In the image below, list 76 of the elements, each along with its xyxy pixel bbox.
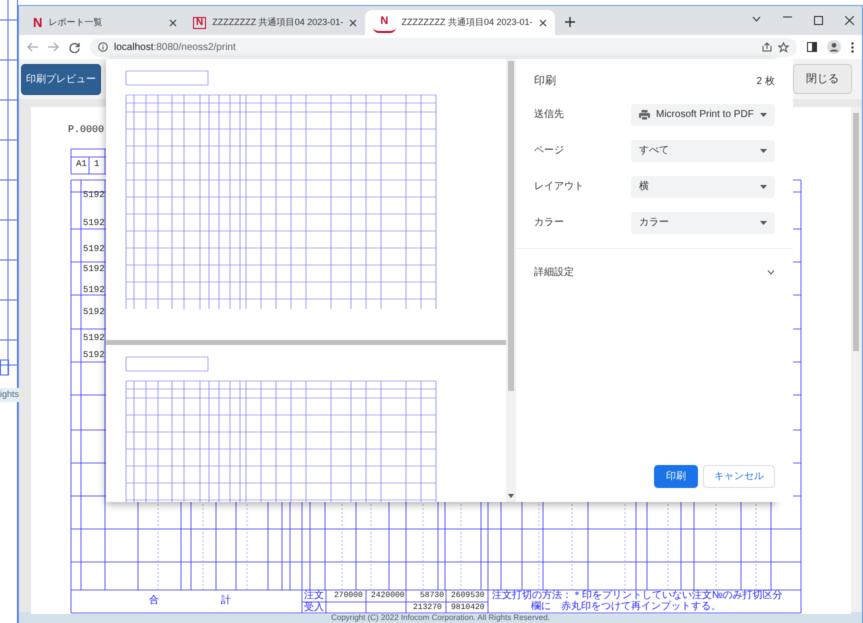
scrollbar-thumb[interactable] (853, 113, 859, 351)
close-icon[interactable] (538, 18, 547, 26)
total-label: 合 (149, 596, 159, 606)
setting-label: カラー (534, 216, 565, 230)
table-cell: 5192 (83, 265, 105, 274)
chevron-down-icon[interactable] (752, 16, 761, 22)
scrollbar[interactable] (851, 107, 861, 612)
total-label: 計 (221, 596, 231, 606)
setting-label: レイアウト (534, 180, 585, 194)
table-cell: 2420000 (371, 592, 405, 600)
setting-label: 送信先 (534, 108, 565, 122)
row-label: 受入 (304, 603, 324, 613)
dropdown[interactable]: Microsoft Print to PDF (631, 104, 775, 126)
caret-down-icon (760, 148, 767, 152)
maximize-icon[interactable] (814, 16, 823, 25)
profile-icon[interactable] (827, 40, 841, 54)
table-cell: 213270 (413, 604, 442, 612)
scrollbar[interactable] (506, 59, 516, 502)
dropdown[interactable]: 横 (631, 176, 775, 198)
browser-tab[interactable]: N レポート一覧 (25, 10, 185, 35)
window-text: ights (0, 388, 20, 402)
url-text: localhost:8080/neoss2/print (114, 40, 236, 54)
browser-tab[interactable]: N ZZZZZZZZ 共通項目04 2023-01- (365, 10, 555, 35)
table-cell: 5192 (83, 351, 105, 360)
tab-title: ZZZZZZZZ 共通項目04 2023-01- (212, 16, 344, 29)
caret-down-icon (760, 220, 767, 224)
side-panel-icon[interactable] (807, 42, 817, 52)
tab-logo: N (33, 16, 42, 29)
close-icon[interactable] (169, 18, 177, 26)
table-cell: 5192 (83, 286, 105, 295)
print-preview-button[interactable]: 印刷プレビュー (21, 64, 101, 94)
close-icon[interactable] (349, 18, 358, 26)
chevron-down-icon (766, 270, 775, 274)
menu-icon[interactable] (851, 42, 854, 52)
sheet-count: 2 枚 (756, 74, 775, 89)
table-cell: 270000 (334, 592, 363, 600)
advanced-settings-toggle[interactable]: 詳細設定 (534, 264, 775, 280)
table-cell: A1 (76, 160, 87, 169)
address-bar[interactable]: localhost:8080/neoss2/print (90, 38, 797, 56)
tab-logo: N (373, 12, 396, 33)
row-label: 注文 (304, 591, 324, 601)
table-cell: 5192 (83, 308, 105, 317)
browser-tab[interactable]: N ZZZZZZZZ 共通項目04 2023-01- (185, 10, 366, 35)
table-cell: 5192 (83, 219, 105, 228)
tab-logo: N (193, 16, 206, 28)
minimize-icon[interactable] (783, 16, 792, 18)
scrollbar-thumb[interactable] (508, 61, 514, 391)
printer-icon (639, 110, 650, 120)
table-cell: 5192 (83, 245, 105, 254)
note-text: 欄に 赤丸印をつけて再インプットする。 (531, 602, 721, 612)
scroll-down-icon[interactable] (508, 494, 514, 498)
table-cell: 9810420 (451, 604, 485, 612)
tab-title: レポート一覧 (48, 16, 104, 29)
setting-label: ページ (534, 144, 565, 158)
print-button[interactable]: 印刷 (654, 465, 698, 488)
table-cell: 5192 (83, 334, 105, 343)
note-text: 注文打切の方法：＊印をプリントしていない注文№のみ打切区分 (492, 591, 783, 601)
caret-down-icon (760, 184, 767, 188)
caret-down-icon (760, 112, 767, 116)
dropdown[interactable]: すべて (631, 140, 775, 162)
tab-title: ZZZZZZZZ 共通項目04 2023-01- (402, 16, 533, 29)
table-cell: 58730 (420, 592, 444, 600)
close-button[interactable]: 閉じる (793, 64, 852, 94)
table-cell: 5192 (83, 191, 105, 200)
dropdown[interactable]: カラー (631, 212, 775, 234)
dialog-title: 印刷 (534, 74, 556, 89)
share-icon[interactable] (762, 42, 772, 52)
table-cell: 1 (94, 160, 100, 169)
cancel-button[interactable]: キャンセル (702, 465, 775, 488)
info-icon[interactable] (98, 42, 108, 52)
new-tab-icon[interactable] (564, 17, 575, 27)
star-icon[interactable] (778, 42, 789, 52)
page-number: P.0000 (68, 126, 104, 136)
table-cell: 2609530 (451, 592, 485, 600)
reload-icon[interactable] (69, 42, 80, 52)
close-icon[interactable] (845, 16, 854, 25)
